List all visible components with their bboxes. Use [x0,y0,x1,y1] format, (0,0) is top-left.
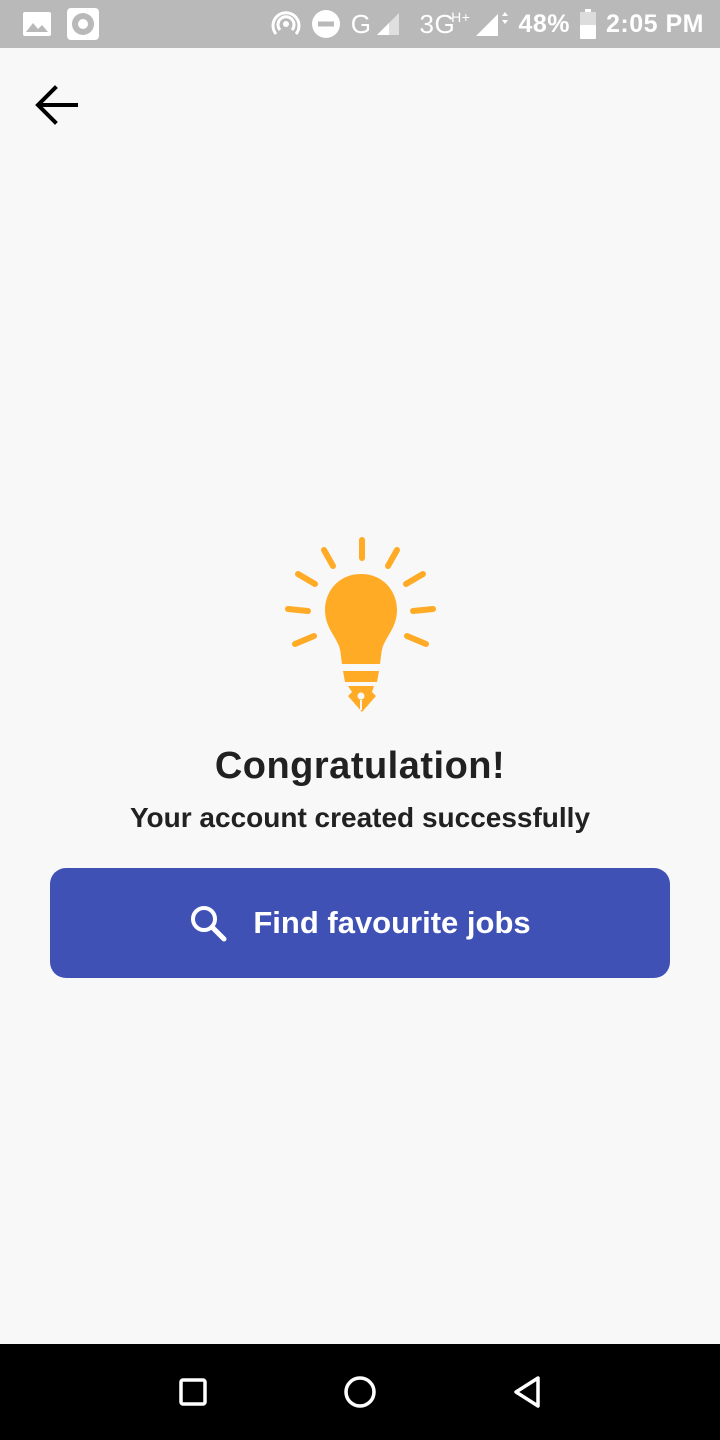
record-icon [66,7,100,41]
arrow-left-icon [35,85,78,125]
status-right: G 3G H+ 48% 2:05 PM [271,9,704,40]
battery-percent: 48% [518,9,571,38]
back-button[interactable] [28,80,84,130]
lightbulb-pen-icon [280,534,440,718]
battery-icon [580,9,597,39]
network-type-2-label: 3G [419,8,456,39]
find-favourite-jobs-label: Find favourite jobs [253,905,531,940]
system-nav-bar [0,1344,720,1440]
network-sup-label: H+ [451,9,471,25]
find-favourite-jobs-button[interactable]: Find favourite jobs [50,868,670,978]
signal-icon [375,11,401,37]
recents-button[interactable] [163,1362,223,1422]
home-circle-icon [344,1376,376,1408]
hotspot-icon [271,9,301,39]
back-triangle-icon [513,1376,540,1408]
success-message: Your account created successfully [129,802,591,833]
status-bar: G 3G H+ 48% 2:05 PM [0,0,720,48]
clock: 2:05 PM [606,9,704,38]
network-type-label: G [350,8,372,39]
page-title: Congratulation! [214,745,506,787]
status-left [22,7,100,41]
home-button[interactable] [330,1362,390,1422]
recents-square-icon [179,1378,208,1406]
do-not-disturb-icon [311,9,341,39]
system-back-button[interactable] [497,1362,557,1422]
image-icon [22,11,52,37]
signal-icon [474,10,509,38]
search-icon [191,906,227,942]
